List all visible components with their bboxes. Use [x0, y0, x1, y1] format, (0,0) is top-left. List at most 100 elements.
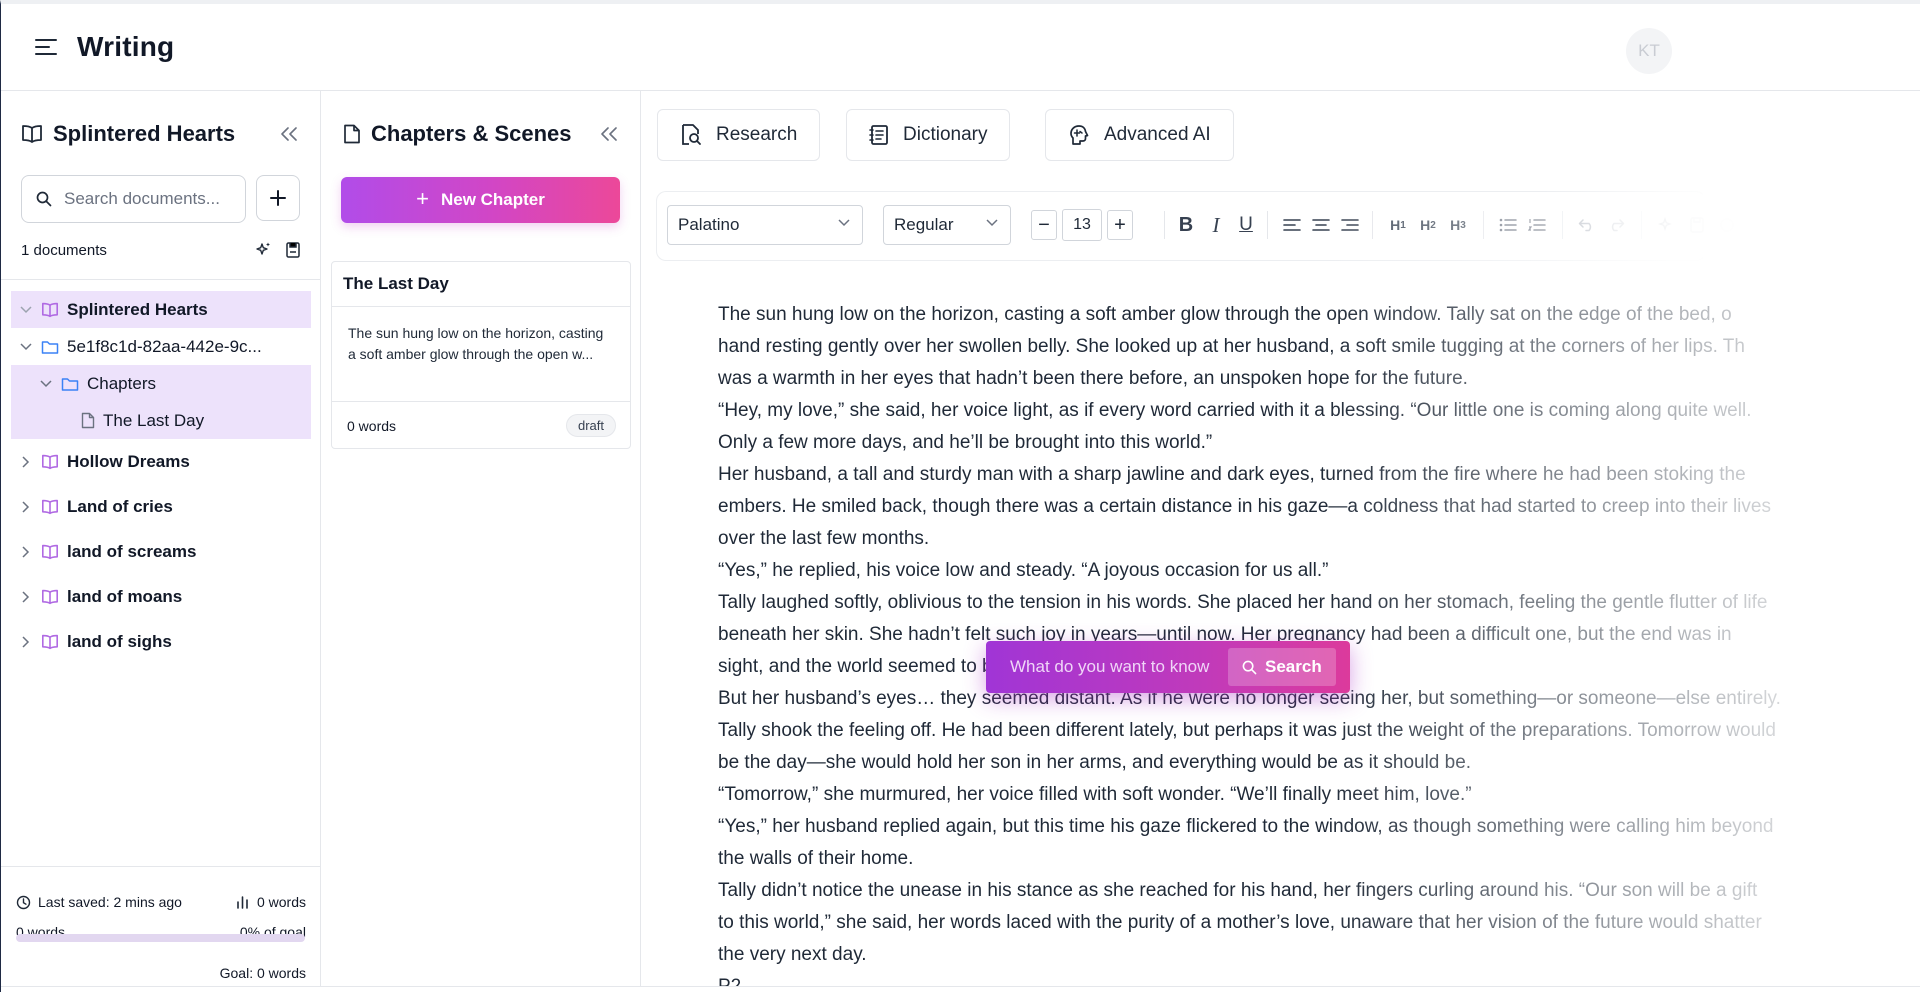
menu-icon[interactable] [33, 34, 59, 60]
tree-item-the-last-day[interactable]: The Last Day [11, 402, 311, 439]
align-center-icon[interactable] [1307, 211, 1335, 239]
research-button[interactable]: Research [657, 109, 821, 161]
ai-search-button[interactable]: Search [1228, 648, 1336, 686]
book-icon [41, 499, 59, 515]
chapter-card[interactable]: The Last Day The sun hung low on the hor… [331, 261, 631, 449]
clock-icon [16, 895, 31, 910]
last-saved-text: Last saved: 2 mins ago [38, 894, 182, 910]
search-documents-field[interactable] [21, 175, 246, 223]
add-document-button[interactable] [256, 175, 300, 221]
align-right-icon[interactable] [1336, 211, 1364, 239]
chevron-down-icon [986, 219, 998, 227]
toolbar-divider [1562, 211, 1563, 239]
heading-2-icon[interactable]: H2 [1414, 211, 1442, 239]
file-icon [81, 412, 95, 429]
chevron-right-icon[interactable] [17, 635, 35, 648]
dictionary-button[interactable]: Dictionary [846, 109, 1011, 161]
undo-icon[interactable] [1573, 211, 1601, 239]
user-avatar[interactable]: KT [1626, 28, 1672, 74]
numbered-list-icon[interactable] [1523, 211, 1551, 239]
tree-item-land-of-sighs[interactable]: land of sighs [11, 619, 311, 664]
chevron-right-icon[interactable] [17, 590, 35, 603]
bullet-list-icon[interactable] [1494, 211, 1522, 239]
folder-icon [41, 339, 59, 355]
heading-1-icon[interactable]: H1 [1384, 211, 1412, 239]
font-weight-select[interactable]: Regular [883, 205, 1011, 245]
underline-icon[interactable]: U [1232, 211, 1260, 239]
tree-item-label: Chapters [87, 373, 156, 393]
decrease-font-size-button[interactable]: − [1031, 210, 1057, 240]
new-chapter-button[interactable]: + New Chapter [341, 177, 620, 223]
plus-icon [270, 190, 286, 206]
collapse-chapters-icon[interactable] [597, 122, 621, 146]
doc-count: 1 documents [21, 241, 107, 259]
tree-item-splintered-hearts[interactable]: Splintered Hearts [11, 291, 311, 328]
book-icon [21, 124, 43, 144]
chevron-down-icon [838, 219, 850, 227]
redo-icon[interactable] [1602, 211, 1630, 239]
app-title: Writing [77, 31, 175, 62]
tree-item-label: 5e1f8c1d-82aa-442e-9c... [67, 336, 262, 356]
tree-item-label: Hollow Dreams [67, 451, 190, 471]
advanced-ai-button[interactable]: Advanced AI [1045, 109, 1234, 161]
tree-item-land-of-screams[interactable]: land of screams [11, 529, 311, 574]
chapter-word-count: 0 words [347, 417, 397, 434]
bar-chart-icon [236, 895, 249, 909]
brain-icon [1068, 123, 1090, 147]
align-left-icon[interactable] [1278, 211, 1306, 239]
tree-item-label: land of moans [67, 586, 183, 606]
sidebar-footer: Last saved: 2 mins ago 0 words 0 words 0… [1, 866, 321, 992]
ai-search-label: Search [1265, 657, 1322, 676]
ai-sparkle-icon[interactable] [1653, 211, 1681, 239]
tree-item-hollow-dreams[interactable]: Hollow Dreams [11, 439, 311, 484]
sparkle-icon[interactable] [255, 241, 273, 259]
font-size-value[interactable]: 13 [1062, 209, 1102, 241]
heading-3-icon[interactable]: H3 [1444, 211, 1472, 239]
footer-goal-text-row: Goal: 0 words [16, 965, 306, 981]
ai-question-input[interactable] [1010, 657, 1226, 677]
book-icon [41, 634, 59, 650]
chevron-down-icon[interactable] [17, 305, 35, 314]
bold-icon[interactable]: B [1172, 211, 1200, 239]
goal-text: Goal: 0 words [219, 965, 306, 981]
tree-item-label: Splintered Hearts [67, 299, 208, 319]
chevron-right-icon[interactable] [17, 545, 35, 558]
font-family-select[interactable]: Palatino [667, 205, 863, 245]
collapse-sidebar-icon[interactable] [277, 122, 301, 146]
app-window: Writing KT Splintered Hearts 1 documents [0, 0, 1920, 992]
more-icon[interactable] [1713, 211, 1741, 239]
chevron-right-icon[interactable] [17, 455, 35, 468]
font-weight-value: Regular [894, 215, 954, 234]
footer-saved-row: Last saved: 2 mins ago 0 words [16, 894, 306, 910]
chevron-down-icon[interactable] [37, 379, 55, 388]
tree-item-project-folder[interactable]: 5e1f8c1d-82aa-442e-9c... [11, 328, 311, 365]
editor-line: Tally laughed softly, oblivious to the t… [718, 592, 1768, 613]
window-bottom-edge [1, 986, 1920, 992]
increase-font-size-button[interactable]: + [1107, 210, 1133, 240]
chevron-down-icon[interactable] [17, 342, 35, 351]
tree-item-chapters[interactable]: Chapters [11, 365, 311, 402]
tree-item-land-of-moans[interactable]: land of moans [11, 574, 311, 619]
tree-item-label: land of sighs [67, 631, 172, 651]
tree-item-land-of-cries[interactable]: Land of cries [11, 484, 311, 529]
status-badge: draft [565, 414, 616, 437]
editor-line: Only a few more days, and he’ll be broug… [718, 432, 1213, 453]
sidebar-header: Splintered Hearts [21, 121, 301, 147]
editor-line: the very next day. [718, 944, 867, 965]
tree-item-label: land of screams [67, 541, 197, 561]
chevron-right-icon[interactable] [17, 500, 35, 513]
research-icon [680, 123, 702, 147]
chapters-panel: Chapters & Scenes + New Chapter The Last… [321, 91, 641, 992]
dictionary-icon [869, 124, 889, 146]
save-icon[interactable] [1683, 211, 1711, 239]
save-icon[interactable] [285, 241, 301, 259]
italic-icon[interactable]: I [1202, 211, 1230, 239]
document-tree: Splintered Hearts 5e1f8c1d-82aa-442e-9c.… [11, 291, 311, 664]
new-chapter-label: New Chapter [440, 190, 545, 209]
research-label: Research [716, 124, 798, 145]
book-icon [41, 544, 59, 560]
editor-area: Research Dictionary Advanced AI Palatino… [641, 91, 1920, 992]
book-icon [41, 454, 59, 470]
doc-count-row: 1 documents [21, 241, 301, 259]
search-documents-input[interactable] [64, 189, 224, 209]
